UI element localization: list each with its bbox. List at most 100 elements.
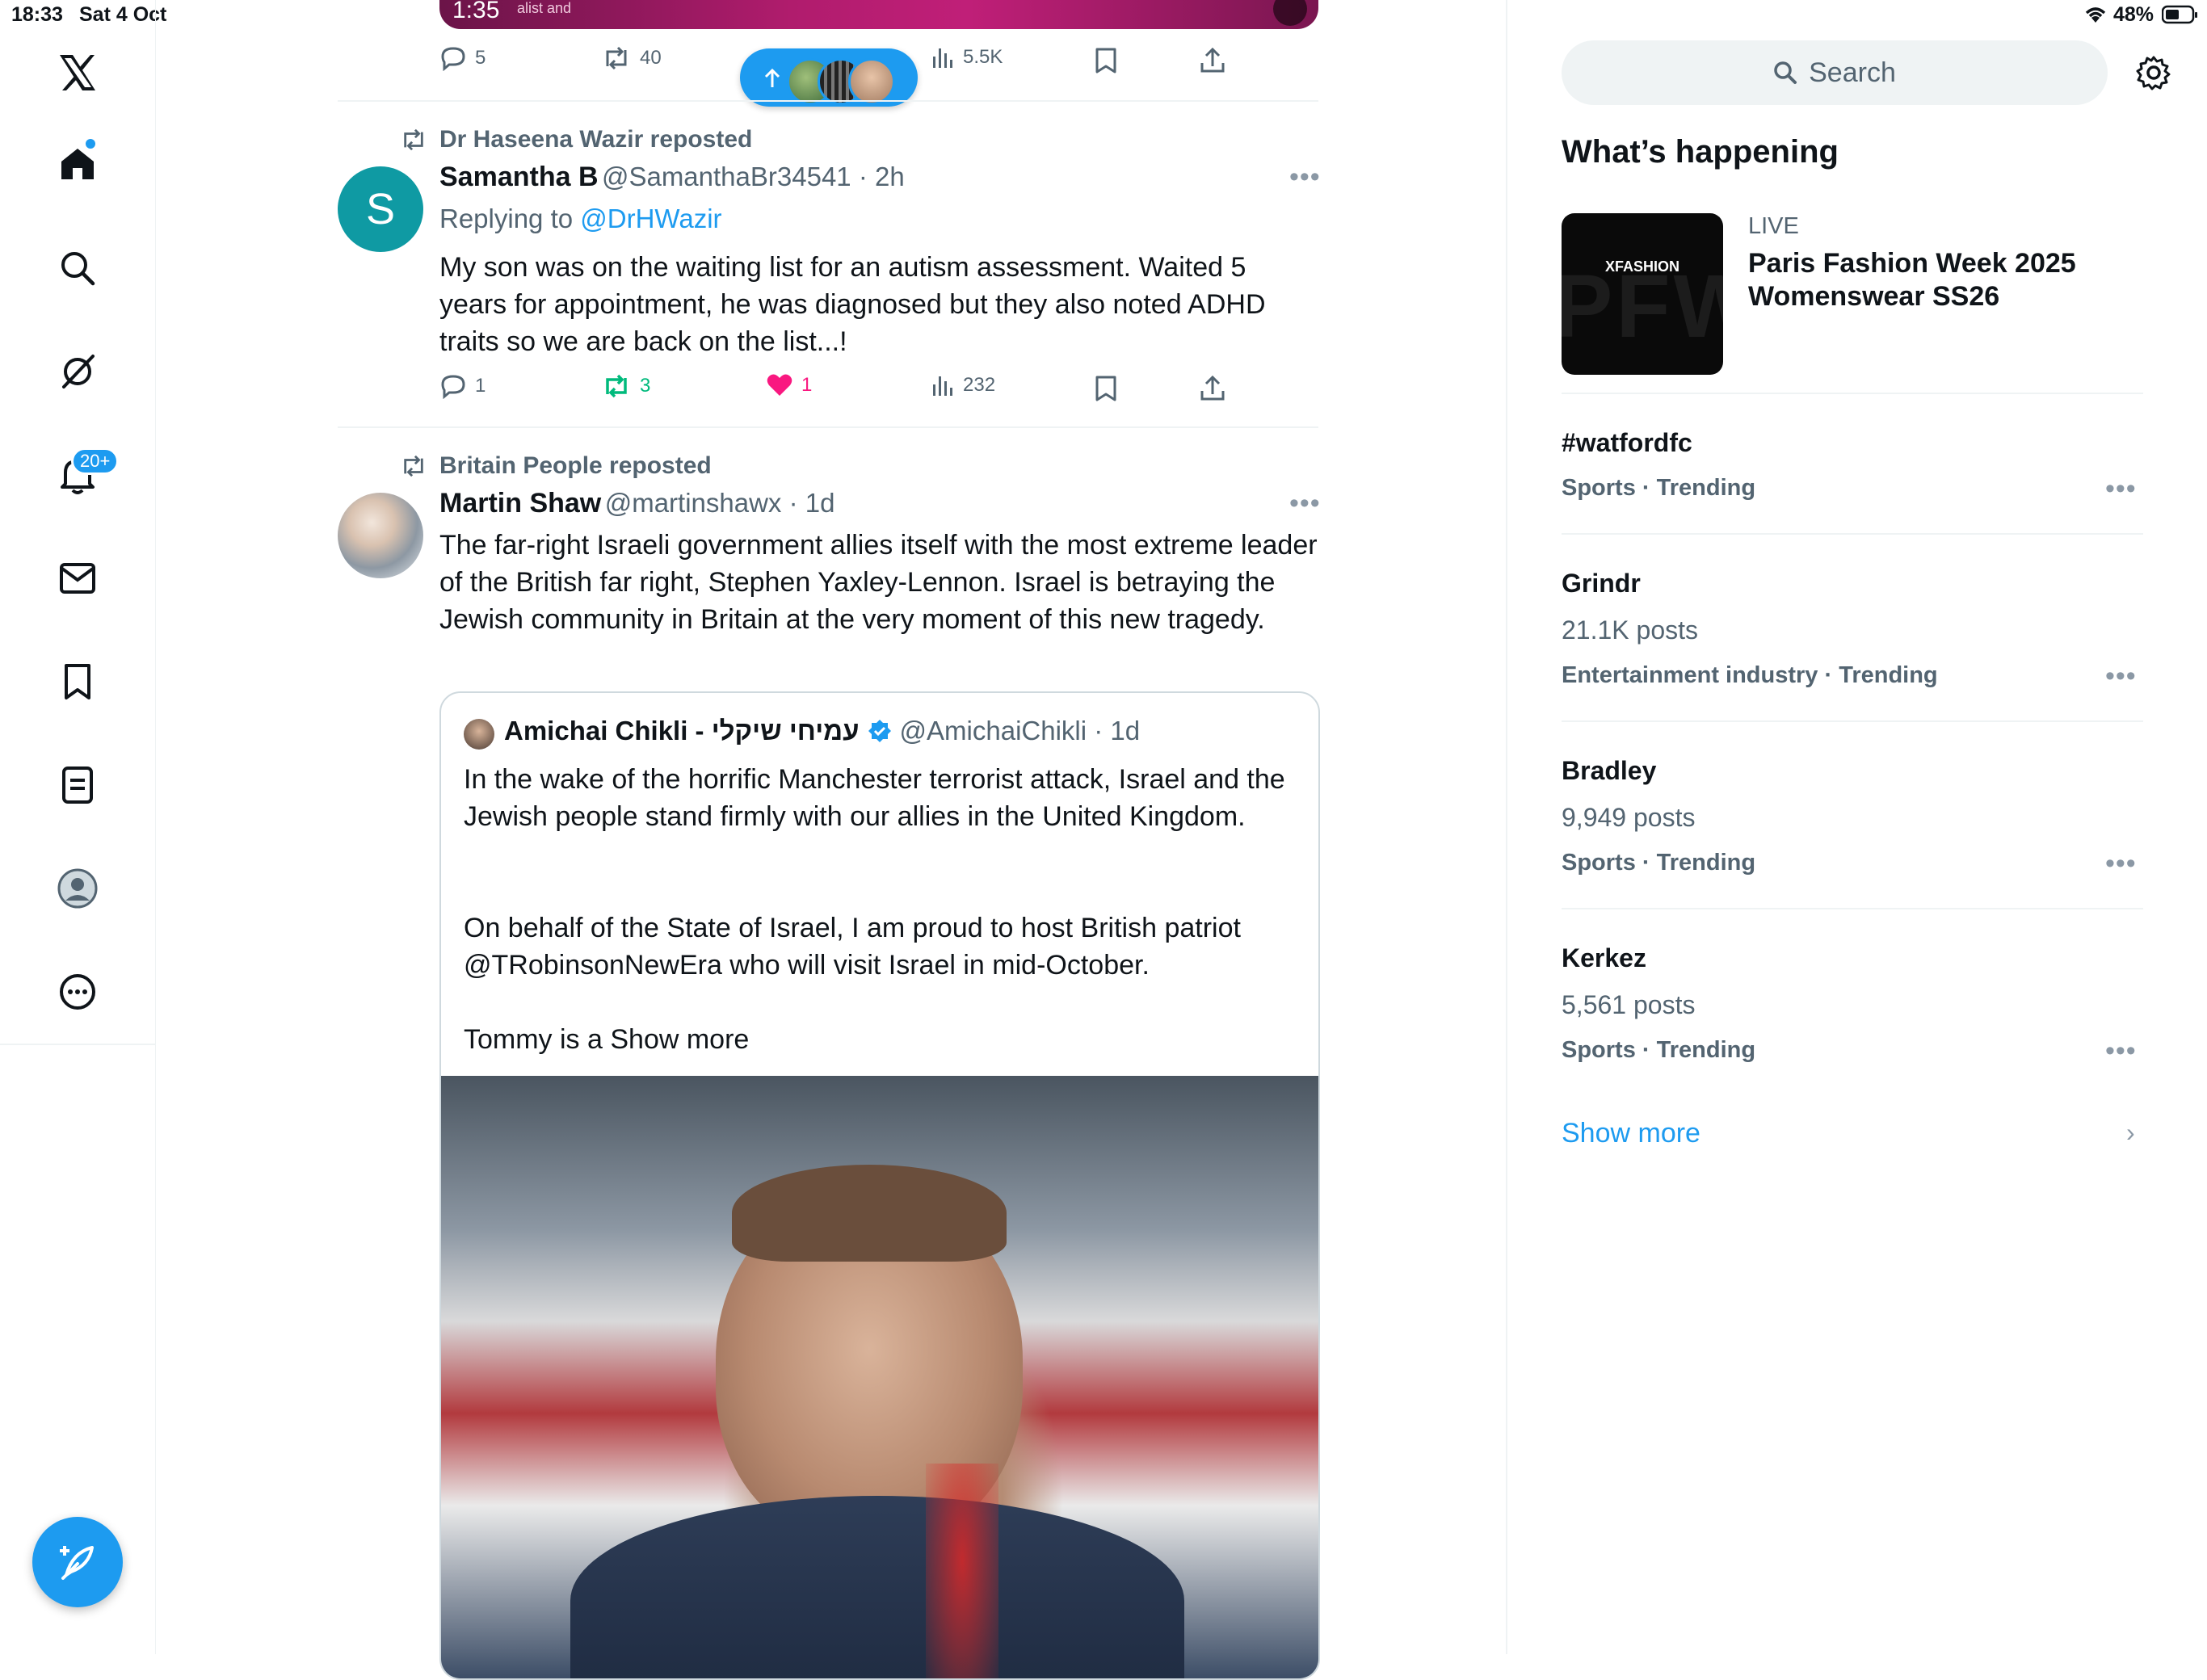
trend-divider — [1562, 393, 2143, 394]
repost-icon — [404, 455, 423, 477]
home-icon[interactable] — [45, 131, 110, 195]
trend-post-count: 21.1K posts — [1562, 615, 1698, 645]
quote-paragraph-truncated: Tommy is a Show more — [464, 1021, 749, 1058]
author-name[interactable]: Martin Shaw — [439, 488, 601, 519]
repost-attribution: Britain People reposted — [399, 452, 712, 480]
sidebar-divider — [0, 1044, 155, 1045]
repost-icon — [606, 46, 627, 70]
post-header: Martin Shaw @martinshawx · 1d — [439, 488, 834, 519]
avatar[interactable]: S — [338, 166, 423, 252]
reply-count: 1 — [475, 375, 486, 397]
reply-icon — [441, 375, 465, 399]
avatar[interactable] — [338, 493, 423, 578]
chevron-right-icon: › — [2126, 1118, 2135, 1147]
post-divider — [338, 100, 1318, 102]
search-input[interactable]: Search — [1562, 40, 2108, 105]
trend-more-icon[interactable]: ••• — [2105, 1035, 2137, 1067]
share-icon[interactable] — [1199, 375, 1226, 402]
post-more-icon[interactable]: ••• — [1289, 162, 1321, 193]
trend-title[interactable]: Kerkez — [1562, 943, 1646, 973]
home-unread-dot — [86, 139, 95, 149]
trend-more-icon[interactable]: ••• — [2105, 848, 2137, 880]
trend-post-count: 5,561 posts — [1562, 990, 1696, 1019]
trend-meta: Sports · Trending — [1562, 1037, 1756, 1063]
post-more-icon[interactable]: ••• — [1289, 488, 1321, 519]
verified-badge-icon — [868, 720, 891, 742]
bookmark-icon[interactable] — [1094, 47, 1118, 74]
quote-avatar — [464, 719, 494, 750]
repost-attribution: Dr Haseena Wazir reposted — [399, 126, 752, 153]
quote-photo[interactable] — [441, 1076, 1318, 1678]
thumb-label: XFASHION — [1605, 258, 1680, 275]
trend-divider — [1562, 908, 2143, 909]
repost-icon — [404, 128, 423, 151]
views-chart-icon — [933, 48, 952, 68]
quote-header: Amichai Chikli - עמיחי שיקלי @AmichaiChi… — [504, 716, 1140, 746]
new-post-avatar — [848, 58, 895, 105]
quote-handle-time: @AmichaiChikli · 1d — [899, 716, 1141, 746]
avatar-letter: S — [365, 185, 396, 233]
trend-title[interactable]: Grindr — [1562, 569, 1641, 598]
whats-happening-title: What’s happening — [1562, 134, 1839, 170]
compose-post-button[interactable] — [32, 1517, 123, 1607]
trend-more-icon[interactable]: ••• — [2105, 473, 2137, 505]
trend-meta: Entertainment industry · Trending — [1562, 662, 1938, 688]
repost-attribution-text: Britain People reposted — [439, 452, 712, 479]
photo-shirt — [570, 1496, 1184, 1678]
repost-button[interactable]: 40 — [601, 45, 662, 71]
like-button[interactable]: 1 — [766, 373, 812, 397]
post-divider — [338, 426, 1318, 428]
repost-button[interactable]: 3 — [601, 373, 650, 399]
video-timestamp: 1:35 — [452, 0, 500, 23]
new-posts-pill[interactable] — [740, 48, 918, 107]
repost-icon — [606, 374, 627, 398]
compose-feather-icon — [60, 1546, 94, 1580]
post-text: My son was on the waiting list for an au… — [439, 252, 1266, 357]
author-handle-time[interactable]: @SamanthaBr34541 · 2h — [602, 162, 905, 191]
views-button[interactable]: 5.5K — [931, 45, 1003, 69]
trend-title[interactable]: Bradley — [1562, 756, 1656, 786]
video-caption: alist and — [517, 0, 572, 16]
repost-attribution-text: Dr Haseena Wazir reposted — [439, 126, 753, 153]
trend-divider — [1562, 720, 2143, 722]
trend-more-icon[interactable]: ••• — [2105, 661, 2137, 692]
profile-avatar-icon[interactable] — [45, 856, 110, 921]
x-logo-icon[interactable] — [45, 40, 110, 105]
reply-button[interactable]: 1 — [439, 373, 486, 399]
share-icon[interactable] — [1199, 47, 1226, 74]
show-more-trends-link[interactable]: Show more — [1562, 1118, 1700, 1149]
live-event-title[interactable]: Paris Fashion Week 2025 Womenswear SS26 — [1748, 247, 2120, 313]
reply-count: 5 — [475, 47, 486, 69]
lists-icon[interactable] — [45, 753, 110, 817]
live-event-thumbnail[interactable]: PFW XFASHION — [1562, 213, 1723, 375]
views-count: 232 — [963, 374, 996, 396]
search-placeholder: Search — [1809, 57, 1896, 88]
column-divider — [1506, 0, 1507, 1654]
previous-post-video[interactable]: 1:35 alist and — [439, 0, 1318, 29]
show-more-link[interactable]: Show more — [610, 1024, 749, 1055]
replying-to: Replying to @DrHWazir — [439, 204, 722, 234]
author-handle-time[interactable]: @martinshawx · 1d — [605, 488, 835, 518]
heart-filled-icon — [767, 374, 792, 396]
more-options-icon[interactable] — [45, 960, 110, 1024]
bookmarks-icon[interactable] — [45, 649, 110, 714]
views-chart-icon — [933, 376, 952, 396]
views-button[interactable]: 232 — [931, 373, 995, 397]
settings-gear-icon[interactable] — [2136, 55, 2171, 90]
quoted-post[interactable]: Amichai Chikli - עמיחי שיקלי @AmichaiChi… — [439, 691, 1320, 1680]
notifications-badge: 20+ — [71, 447, 120, 475]
search-nav-icon[interactable] — [45, 236, 110, 300]
trend-title[interactable]: #watfordfc — [1562, 428, 1692, 458]
author-name[interactable]: Samantha B — [439, 162, 599, 192]
quote-paragraph: In the wake of the horrific Manchester t… — [464, 764, 1285, 832]
messages-envelope-icon[interactable] — [45, 546, 110, 611]
reply-button[interactable]: 5 — [439, 45, 486, 71]
photo-hair — [732, 1165, 1007, 1262]
post-text: The far-right Israeli government allies … — [439, 530, 1318, 635]
trend-meta: Sports · Trending — [1562, 475, 1756, 501]
mute-icon[interactable] — [1273, 0, 1307, 26]
bookmark-icon[interactable] — [1094, 375, 1118, 402]
wifi-icon — [2083, 5, 2108, 24]
grok-icon[interactable] — [45, 339, 110, 404]
replying-to-link[interactable]: @DrHWazir — [580, 204, 721, 233]
